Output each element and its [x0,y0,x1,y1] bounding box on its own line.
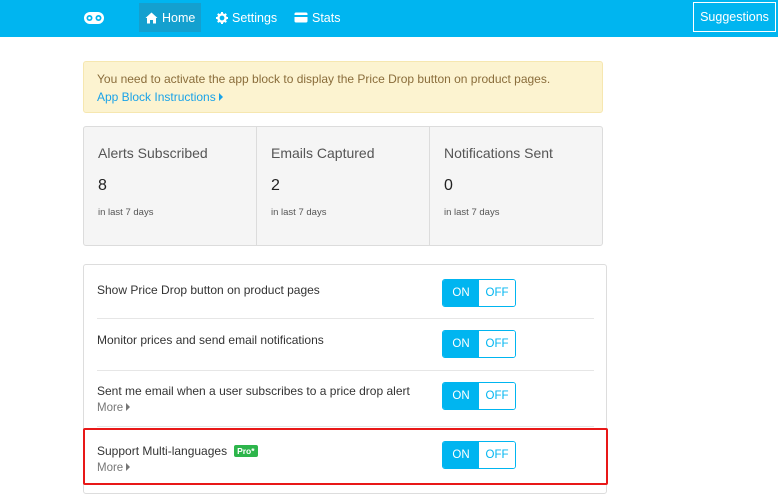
gear-icon [216,11,228,24]
nav-stats-label: Stats [312,10,341,25]
nav-home-label: Home [162,10,196,25]
toggle-on[interactable]: ON [443,280,479,306]
setting-row-monitor-prices: Monitor prices and send email notificati… [97,319,594,371]
stat-label: Alerts Subscribed [98,145,208,161]
nav-home[interactable]: Home [139,3,202,32]
more-link[interactable]: More [97,402,131,414]
toggle-on[interactable]: ON [443,331,479,357]
caret-right-icon [126,463,131,471]
alert-message: You need to activate the app block to di… [97,72,551,86]
toggle-on[interactable]: ON [443,383,479,409]
stat-period: in last 7 days [271,207,327,218]
nav-stats[interactable]: Stats [288,3,347,32]
stat-value: 2 [271,177,280,194]
stat-emails-captured: Emails Captured 2 in last 7 days [257,127,430,245]
stat-period: in last 7 days [98,207,154,218]
show-button-toggle[interactable]: ON OFF [442,279,516,307]
caret-right-icon [126,403,131,411]
logo-icon[interactable] [83,9,105,27]
top-navbar: Home Settings Stats Suggestions [0,0,778,37]
more-label: More [97,402,124,414]
setting-row-subscribe-email: Sent me email when a user subscribes to … [97,371,594,427]
nav-settings-label: Settings [232,10,278,25]
toggle-off[interactable]: OFF [479,280,515,306]
setting-row-multi-languages: Support Multi-languages Pro* More ON OFF [97,427,594,493]
setting-label: Sent me email when a user subscribes to … [97,384,410,398]
settings-card: Show Price Drop button on product pages … [83,264,607,494]
setting-label-text: Support Multi-languages [97,444,228,458]
stat-value: 8 [98,177,107,194]
nav-settings[interactable]: Settings [210,3,283,32]
monitor-prices-toggle[interactable]: ON OFF [442,330,516,358]
stat-period: in last 7 days [444,207,500,218]
setting-label: Monitor prices and send email notificati… [97,333,324,347]
suggestions-button[interactable]: Suggestions [693,2,776,32]
toggle-off[interactable]: OFF [479,383,515,409]
stats-panel: Alerts Subscribed 8 in last 7 days Email… [83,126,603,246]
toggle-off[interactable]: OFF [479,331,515,357]
toggle-on[interactable]: ON [443,442,479,468]
credit-card-icon [294,12,308,23]
stat-notifications-sent: Notifications Sent 0 in last 7 days [430,127,602,245]
home-icon [145,12,158,23]
app-block-alert: You need to activate the app block to di… [83,61,603,113]
more-label: More [97,462,124,474]
more-link[interactable]: More [97,462,131,474]
stat-label: Notifications Sent [444,145,553,161]
setting-label: Support Multi-languages Pro* [97,444,258,458]
setting-row-show-button: Show Price Drop button on product pages … [97,265,594,319]
stat-value: 0 [444,177,453,194]
setting-label: Show Price Drop button on product pages [97,283,320,297]
stat-alerts-subscribed: Alerts Subscribed 8 in last 7 days [84,127,257,245]
subscribe-email-toggle[interactable]: ON OFF [442,382,516,410]
multi-languages-toggle[interactable]: ON OFF [442,441,516,469]
alert-link-label: App Block Instructions [97,90,216,104]
app-block-instructions-link[interactable]: App Block Instructions [97,90,223,104]
pro-badge: Pro* [234,445,258,457]
stat-label: Emails Captured [271,145,375,161]
toggle-off[interactable]: OFF [479,442,515,468]
caret-right-icon [218,93,223,101]
